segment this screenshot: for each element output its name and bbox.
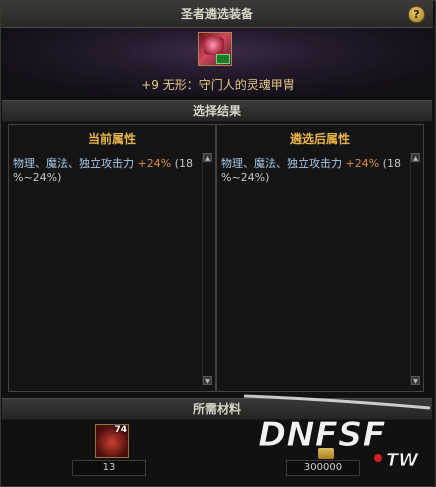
stat-name: 物理、魔法、独立攻击力 (221, 157, 346, 170)
stat-range-cont: %~24%) (221, 171, 270, 184)
armor-item-icon (204, 37, 224, 55)
scroll-down-icon[interactable]: ▼ (203, 376, 212, 385)
current-attributes-panel: 当前属性 物理、魔法、独立攻击力 +24% (18 %~24%) ▲ ▼ (8, 124, 216, 392)
help-button[interactable]: ? (408, 6, 425, 23)
equipment-slot[interactable] (198, 32, 232, 66)
current-attributes-text: 物理、魔法、独立攻击力 +24% (18 %~24%) (13, 157, 193, 185)
item-name-label: +9 无形：守门人的灵魂甲胄 (141, 78, 295, 92)
after-attributes-text: 物理、魔法、独立攻击力 +24% (18 %~24%) (221, 157, 401, 185)
window-title: 圣者遴选装备 (180, 7, 253, 21)
scroll-down-icon[interactable]: ▼ (411, 376, 420, 385)
section-header-result: 选择结果 (2, 100, 432, 122)
scrollbar[interactable]: ▲ ▼ (202, 153, 212, 385)
stat-range: (18 (379, 157, 401, 170)
stat-range: (18 (171, 157, 193, 170)
scrollbar[interactable]: ▲ ▼ (410, 153, 420, 385)
gold-cost: 300000 (286, 460, 360, 476)
material-count: 13 (72, 460, 146, 476)
stat-value: +24% (345, 157, 380, 170)
current-attributes-title: 当前属性 (87, 132, 136, 146)
title-bar: 圣者遴选装备 ? (1, 1, 433, 28)
stat-range-cont: %~24%) (13, 171, 62, 184)
gold-coin-icon (318, 448, 334, 459)
stat-name: 物理、魔法、独立攻击力 (13, 157, 138, 170)
item-grade-badge (216, 54, 230, 64)
material-level-label: 74 (114, 425, 127, 435)
scroll-up-icon[interactable]: ▲ (411, 153, 420, 162)
scroll-up-icon[interactable]: ▲ (203, 153, 212, 162)
stat-value: +24% (137, 157, 172, 170)
after-attributes-title: 遴选后属性 (289, 132, 350, 146)
material-slot[interactable]: 74 (95, 424, 129, 458)
after-attributes-panel: 遴选后属性 物理、魔法、独立攻击力 +24% (18 %~24%) ▲ ▼ (216, 124, 424, 392)
section-header-materials: 所需材料 (2, 398, 432, 420)
